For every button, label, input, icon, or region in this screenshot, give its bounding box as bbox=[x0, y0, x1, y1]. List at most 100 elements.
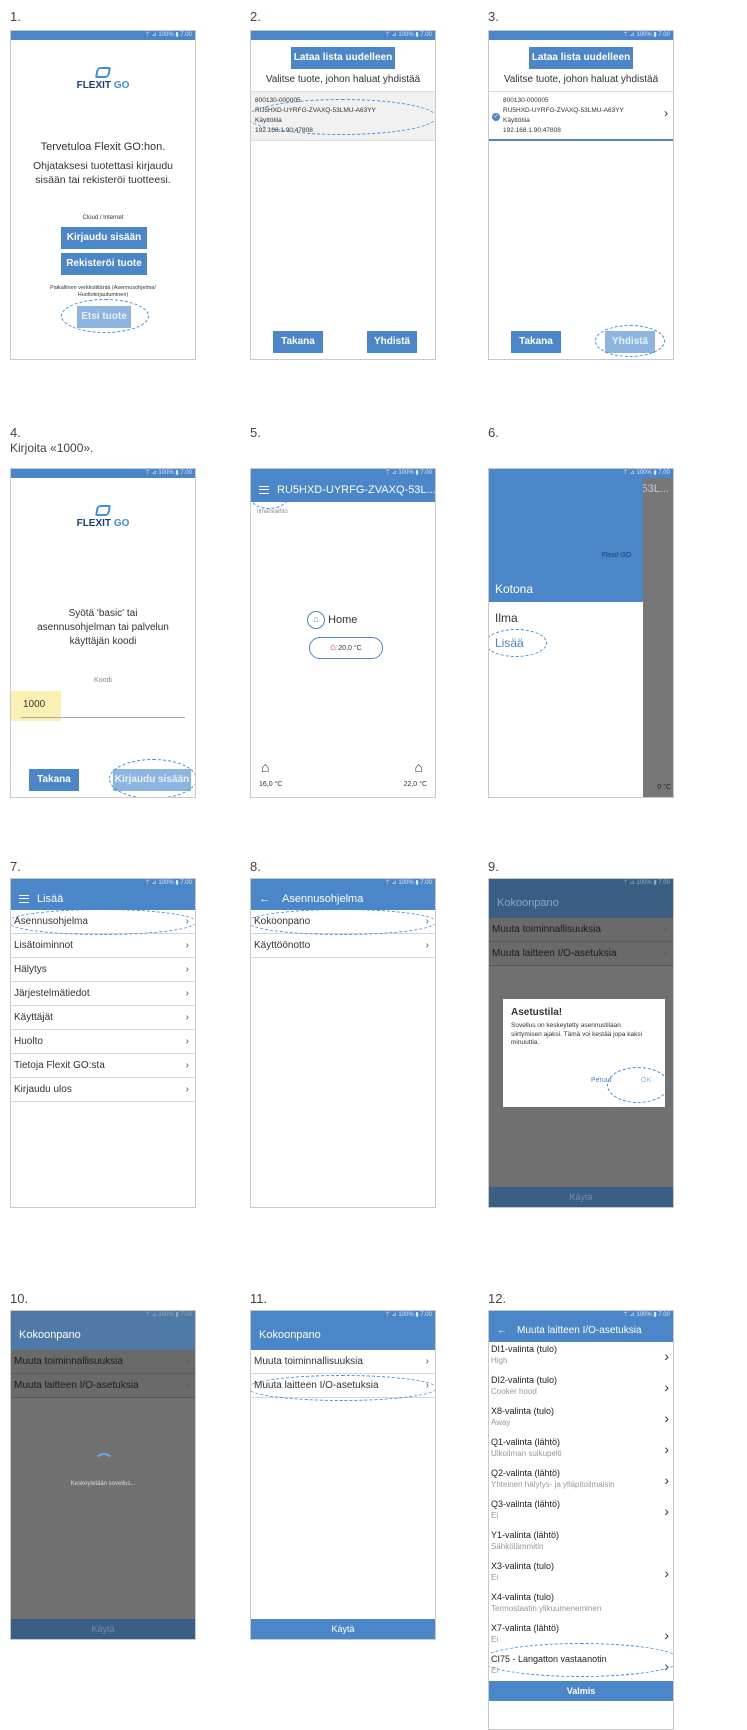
phone-screen: ⇡ ⊿ 100% ▮ 7.00 FLEXIT GO Tervetuloa Fle… bbox=[10, 30, 196, 360]
status-bar: ⇡ ⊿ 100% ▮ 7.00 bbox=[489, 469, 673, 478]
list-item-label: Järjestelmätiedot bbox=[14, 988, 90, 999]
flexit-logo: FLEXIT GO bbox=[11, 67, 195, 91]
list-item[interactable]: Järjestelmätiedot › bbox=[11, 982, 195, 1006]
io-setting-label: Q3-valinta (lähtö) bbox=[491, 1499, 561, 1509]
status-bar: ⇡ ⊿ 100% ▮ 7.00 bbox=[251, 879, 435, 888]
step-2: 2. ⇡ ⊿ 100% ▮ 7.00 Lataa lista uudelleen… bbox=[250, 8, 440, 360]
io-setting-row[interactable]: Q3-valinta (lähtö) Ei › bbox=[489, 1499, 673, 1530]
highlight-ring bbox=[251, 99, 435, 135]
step-6: 6. ⇡ ⊿ 100% ▮ 7.00 53L... 0 °C Flexit GO… bbox=[488, 424, 678, 798]
flexit-logo-icon bbox=[95, 67, 111, 78]
list-item[interactable]: Muuta toiminnallisuuksia › bbox=[11, 1350, 195, 1374]
io-setting-label: DI2-valinta (tulo) bbox=[491, 1375, 558, 1385]
step-number: 2. bbox=[250, 9, 261, 24]
io-setting-row[interactable]: Y1-valinta (lähtö) Sähkölämmitin bbox=[489, 1530, 673, 1561]
io-setting-row[interactable]: Q2-valinta (lähtö) Yhteinen hälytys- ja y… bbox=[489, 1468, 673, 1499]
chevron-right-icon: › bbox=[664, 1627, 669, 1643]
list-item[interactable]: Muuta laitteen I/O-asetuksia › bbox=[11, 1374, 195, 1398]
house-left-icon: ⌂ bbox=[261, 759, 270, 775]
highlight-ring bbox=[595, 325, 665, 357]
back-arrow-icon[interactable]: ← bbox=[497, 1325, 507, 1336]
house-right-icon: ⌂ bbox=[414, 759, 423, 775]
app-bar: Kokoonpano bbox=[489, 888, 673, 918]
io-setting-label: X7-valinta (lähtö) bbox=[491, 1623, 560, 1633]
phone-screen: ⇡ ⊿ 100% ▮ 7.00 53L... 0 °C Flexit GO Ko… bbox=[488, 468, 674, 798]
highlight-ring bbox=[489, 629, 547, 657]
phone-screen: ⇡ ⊿ 100% ▮ 7.00 RU5HXD-UYRFG-ZVAXQ-53L..… bbox=[250, 468, 436, 798]
status-bar: ⇡ ⊿ 100% ▮ 7.00 bbox=[251, 1311, 435, 1320]
list-item[interactable]: Muuta toiminnallisuuksia › bbox=[489, 918, 673, 942]
app-bar: ← Asennusohjelma bbox=[251, 888, 435, 910]
io-setting-row[interactable]: X8-valinta (tulo) Away › bbox=[489, 1406, 673, 1437]
list-item-label: Hälytys bbox=[14, 964, 47, 975]
list-item[interactable]: Kirjaudu ulos › bbox=[11, 1078, 195, 1102]
background-peek-title: 53L... bbox=[641, 483, 669, 495]
io-setting-row[interactable]: DI2-valinta (tulo) Cooker hood › bbox=[489, 1375, 673, 1406]
step-3: 3. ⇡ ⊿ 100% ▮ 7.00 Lataa lista uudelleen… bbox=[488, 8, 678, 360]
done-button[interactable]: Valmis bbox=[489, 1681, 673, 1701]
list-item[interactable]: Käyttäjät › bbox=[11, 1006, 195, 1030]
local-label: Paikallinen verkkoliitäntä (Asennusohjel… bbox=[50, 285, 156, 298]
io-setting-row[interactable]: DI1-valinta (tulo) High › bbox=[489, 1344, 673, 1375]
apply-bar[interactable]: Käytä bbox=[11, 1619, 195, 1639]
list-item-label: Lisätoiminnot bbox=[14, 940, 73, 951]
phone-screen: ⇡ ⊿ 100% ▮ 7.00 ← Asennusohjelma Kokoonpa… bbox=[250, 878, 436, 1208]
home-mode[interactable]: ⌂ Home bbox=[307, 611, 357, 629]
list-item[interactable]: Huolto › bbox=[11, 1030, 195, 1054]
login-button[interactable]: Kirjaudu sisään bbox=[61, 227, 147, 249]
connect-button[interactable]: Yhdistä bbox=[367, 331, 417, 353]
cloud-label: Cloud / Internet bbox=[82, 215, 124, 221]
device-title: RU5HXD-UYRFG-ZVAXQ-53L... bbox=[277, 484, 435, 496]
io-setting-label: DI1-valinta (tulo) bbox=[491, 1344, 558, 1354]
list-item[interactable]: Käyttöönotto › bbox=[251, 934, 435, 958]
chevron-right-icon: › bbox=[185, 1356, 189, 1367]
apply-bar[interactable]: Käytä bbox=[251, 1619, 435, 1639]
ventilation-label: Ilmanvaihto bbox=[257, 509, 288, 515]
temperature-pill[interactable]: ⌂ 20,0 °C bbox=[309, 637, 383, 659]
back-button[interactable]: Takana bbox=[273, 331, 323, 353]
menu-list: Muuta toiminnallisuuksia › Muuta laitteen … bbox=[489, 918, 673, 966]
highlight-ring bbox=[607, 1067, 669, 1103]
io-setting-label: Y1-valinta (lähtö) bbox=[491, 1530, 560, 1540]
io-setting-row[interactable]: Q1-valinta (lähtö) Ulkoilman sulkupelti › bbox=[489, 1437, 673, 1468]
status-bar: ⇡ ⊿ 100% ▮ 7.00 bbox=[489, 1311, 673, 1320]
screen-title: Muuta laitteen I/O-asetuksia bbox=[517, 1325, 642, 1336]
status-bar: ⇡ ⊿ 100% ▮ 7.00 bbox=[11, 1311, 195, 1320]
product-mode: Käyttötila bbox=[503, 117, 530, 124]
list-item[interactable]: Muuta toiminnallisuuksia › bbox=[251, 1350, 435, 1374]
back-button[interactable]: Takana bbox=[511, 331, 561, 353]
step-4-screen: ⇡ ⊿ 100% ▮ 7.00 FLEXIT GO Syötä 'basic' … bbox=[10, 468, 200, 798]
reload-list-button[interactable]: Lataa lista uudelleen bbox=[529, 47, 633, 69]
code-input[interactable]: 1000 bbox=[23, 699, 45, 710]
reload-list-button[interactable]: Lataa lista uudelleen bbox=[291, 47, 395, 69]
step-number: 6. bbox=[488, 425, 499, 440]
menu-list: Muuta toiminnallisuuksia › Muuta laitteen … bbox=[11, 1350, 195, 1398]
chevron-right-icon: › bbox=[185, 1060, 189, 1071]
back-arrow-icon[interactable]: ← bbox=[259, 893, 270, 905]
hamburger-menu-icon[interactable] bbox=[19, 895, 29, 904]
step-10: 10. ⇡ ⊿ 100% ▮ 7.00 Kokoonpano Muuta toi… bbox=[10, 1290, 200, 1640]
list-item[interactable]: Tietoja Flexit GO:sta › bbox=[11, 1054, 195, 1078]
list-item-label: Muuta toiminnallisuuksia bbox=[254, 1356, 363, 1367]
list-item[interactable]: Muuta laitteen I/O-asetuksia › bbox=[489, 942, 673, 966]
chevron-right-icon: › bbox=[185, 964, 189, 975]
drawer-item-air[interactable]: Ilma bbox=[495, 611, 518, 625]
apply-bar[interactable]: Käytä bbox=[489, 1187, 673, 1207]
step-9: 9. ⇡ ⊿ 100% ▮ 7.00 Kokoonpano Muuta toim… bbox=[488, 858, 678, 1208]
step-5: 5. ⇡ ⊿ 100% ▮ 7.00 RU5HXD-UYRFG-ZVAXQ-53… bbox=[250, 424, 440, 798]
back-button[interactable]: Takana bbox=[29, 769, 79, 791]
chevron-right-icon: › bbox=[664, 1410, 669, 1426]
highlight-ring bbox=[251, 475, 291, 509]
register-button[interactable]: Rekisteröi tuote bbox=[61, 253, 147, 275]
step-8: 8. ⇡ ⊿ 100% ▮ 7.00 ← Asennusohjelma Kokoo… bbox=[250, 858, 440, 1208]
io-setting-row[interactable]: X4-valinta (tulo) Termostaatin ylikuumene… bbox=[489, 1592, 673, 1623]
io-setting-row[interactable]: X3-valinta (tulo) Ei › bbox=[489, 1561, 673, 1592]
highlight-ring bbox=[251, 1375, 435, 1401]
list-item[interactable]: Lisätoiminnot › bbox=[11, 934, 195, 958]
io-setting-value: Termostaatin ylikuumeneminen bbox=[491, 1604, 602, 1613]
status-bar: ⇡ ⊿ 100% ▮ 7.00 bbox=[11, 31, 195, 40]
io-setting-value: Ei bbox=[491, 1573, 499, 1582]
product-list-item[interactable]: ✓ 800130-000005 RU5HXD-UYRFG-ZVAXQ-53LMU… bbox=[489, 91, 673, 141]
app-bar: Kokoonpano bbox=[11, 1320, 195, 1350]
list-item[interactable]: Hälytys › bbox=[11, 958, 195, 982]
